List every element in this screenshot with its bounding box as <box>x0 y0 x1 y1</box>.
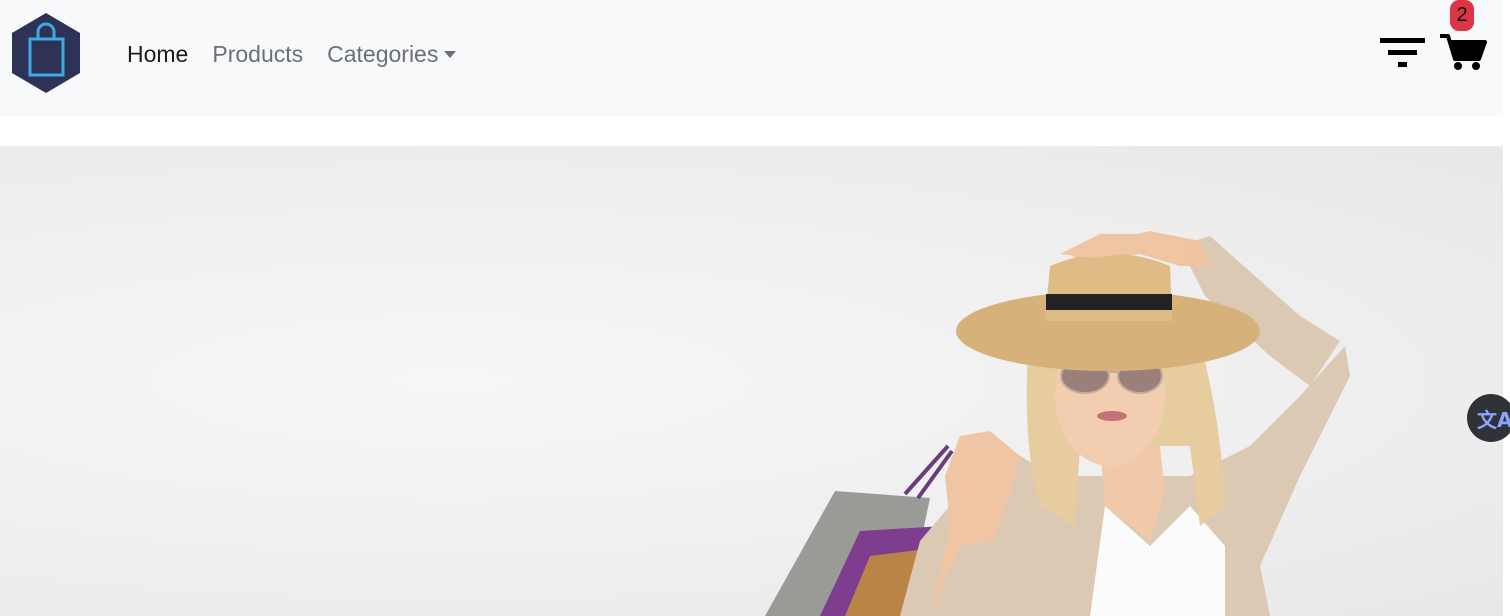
translate-widget-button[interactable]: 文A <box>1467 394 1510 442</box>
hero-banner <box>0 146 1503 616</box>
filter-button[interactable] <box>1378 35 1428 71</box>
cart-button[interactable] <box>1439 32 1487 72</box>
shopping-cart-icon <box>1440 34 1487 70</box>
shopping-bag-icon <box>12 13 80 93</box>
nav-home-link[interactable]: Home <box>127 38 188 70</box>
cart-count-badge: 2 <box>1450 0 1474 31</box>
nav-categories-label: Categories <box>327 41 439 67</box>
caret-down-icon <box>444 51 457 58</box>
navbar: Home Products Categories 2 <box>0 0 1503 116</box>
nav-links: Home Products Categories <box>127 38 480 70</box>
filter-icon <box>1380 38 1425 67</box>
navbar-spacer <box>0 116 1503 146</box>
nav-products-link[interactable]: Products <box>212 38 303 70</box>
translate-icon: 文A <box>1477 408 1510 432</box>
hero-image <box>765 231 1350 616</box>
brand-logo[interactable] <box>10 12 82 94</box>
nav-categories-dropdown[interactable]: Categories <box>327 38 457 70</box>
